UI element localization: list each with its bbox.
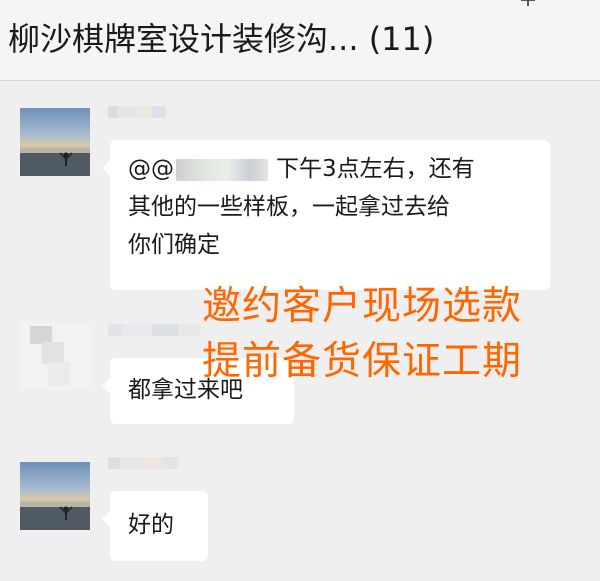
message-line: 其他的一些样板，一起拿过去给 — [128, 194, 450, 220]
blurred-avatar-mask — [30, 326, 70, 386]
overlay-caption-line1: 邀约客户现场选款 — [202, 284, 523, 329]
blurred-name-mask — [108, 106, 166, 118]
chat-title[interactable]: 柳沙棋牌室设计装修沟... (11) — [8, 14, 434, 60]
person-silhouette-icon — [20, 148, 90, 176]
blurred-name-mask — [108, 457, 178, 469]
message-line: 你们确定 — [128, 232, 220, 258]
message-line: @@ 下午3点左右，还有 — [128, 150, 475, 188]
avatar[interactable] — [20, 108, 90, 176]
mention-name-blurred — [176, 158, 268, 181]
sender-name-blurred — [108, 455, 180, 471]
message-bubble[interactable]: @@ 下午3点左右，还有 其他的一些样板，一起拿过去给 你们确定 — [102, 140, 550, 290]
message-bubble[interactable]: 好的 — [102, 491, 208, 561]
avatar-blurred[interactable] — [20, 322, 90, 390]
sender-name-blurred — [108, 322, 200, 338]
mention-prefix: @@ — [128, 156, 174, 182]
message-text: 下午3点左右，还有 — [276, 156, 475, 182]
chat-header: 柳沙棋牌室设计装修沟... (11) — [0, 0, 600, 81]
person-silhouette-icon — [20, 502, 90, 530]
pin-icon[interactable] — [517, 0, 539, 14]
sender-name-blurred — [108, 104, 168, 120]
blurred-name-mask — [108, 324, 200, 336]
overlay-caption-line2: 提前备货保证工期 — [202, 339, 523, 384]
message-text: 好的 — [128, 512, 174, 538]
avatar[interactable] — [20, 462, 90, 530]
